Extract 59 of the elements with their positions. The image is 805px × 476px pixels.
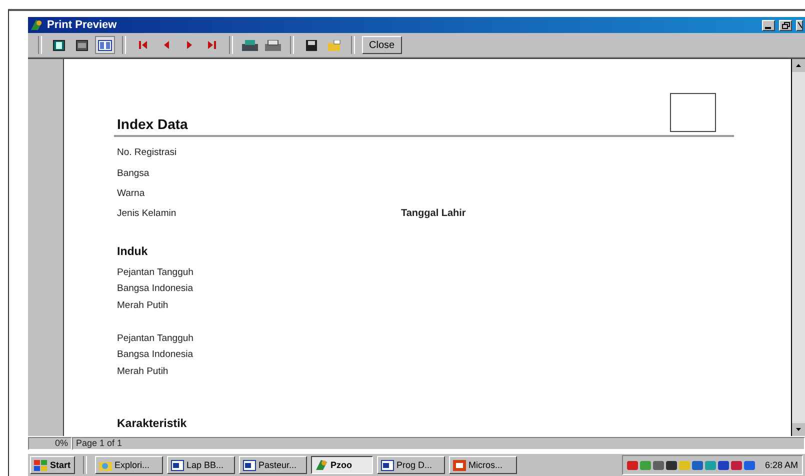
taskbar-button[interactable]: Pzoo (310, 456, 373, 474)
field-label: No. Registrasi (117, 147, 178, 158)
app-icon (30, 19, 43, 31)
printer-icon (265, 40, 281, 50)
tray-icon[interactable] (652, 460, 664, 470)
last-page-icon (208, 41, 216, 49)
tray-icon[interactable] (666, 460, 677, 470)
first-page-icon (139, 41, 147, 49)
start-button[interactable]: Start (30, 456, 75, 474)
field-label: Warna (117, 188, 146, 199)
document-icon (170, 460, 184, 470)
taskbar-button[interactable]: Explori... (94, 456, 163, 474)
single-page-icon (53, 40, 65, 50)
document-icon (242, 460, 256, 470)
restore-button[interactable] (779, 20, 792, 30)
taskbar-button[interactable]: Prog D... (376, 456, 445, 474)
page-strip-icon (76, 40, 88, 50)
vertical-scrollbar[interactable] (791, 59, 805, 436)
windows-flag-icon (34, 460, 47, 470)
scroll-down-icon (796, 428, 801, 431)
report-line: Merah Putih (117, 299, 170, 314)
zoom-status: 0% (28, 437, 72, 450)
printer-icon (242, 40, 258, 50)
taskbar-button[interactable]: Micros... (448, 456, 517, 474)
section-heading: Induk (117, 246, 149, 258)
restore-icon (782, 22, 790, 28)
field-label: Bangsa (117, 168, 150, 179)
clock: 6:28 AM (764, 460, 798, 470)
report-line: Bangsa Indonesia (117, 282, 194, 296)
document-icon (380, 460, 394, 470)
close-button[interactable] (796, 20, 803, 30)
photo-frame (670, 93, 716, 132)
close-icon (798, 22, 802, 28)
previous-icon (164, 41, 168, 49)
pages-icon (98, 40, 112, 50)
next-icon (186, 41, 192, 49)
taskbar-button[interactable]: Pasteur... (238, 456, 307, 474)
tray-icon[interactable] (730, 460, 742, 470)
window-title: Print Preview (47, 19, 118, 31)
tray-icon[interactable] (718, 460, 729, 470)
app-icon (314, 459, 328, 471)
folder-icon (328, 40, 340, 50)
section-heading: Karakteristik (117, 418, 188, 430)
report-line: Bangsa Indonesia (117, 348, 194, 362)
field-label: Jenis Kelamin (117, 208, 178, 220)
report-line: Pejantan Tangguh (117, 266, 194, 280)
minimize-button[interactable] (762, 20, 775, 30)
report-line: Pejantan Tangguh (117, 332, 194, 346)
presentation-icon (452, 460, 466, 470)
report-title: Index Data (117, 116, 188, 132)
scroll-up-icon (796, 64, 801, 67)
tray-icon[interactable] (692, 460, 703, 470)
close-preview-button[interactable]: Close (362, 36, 402, 54)
folder-icon (98, 460, 112, 470)
field-label: Tanggal Lahir (401, 208, 466, 220)
page-status: Page 1 of 1 (72, 437, 805, 450)
taskbar-button[interactable]: Lap BB... (166, 456, 235, 474)
view-button[interactable] (95, 36, 115, 54)
report-line: Merah Putih (117, 365, 170, 380)
